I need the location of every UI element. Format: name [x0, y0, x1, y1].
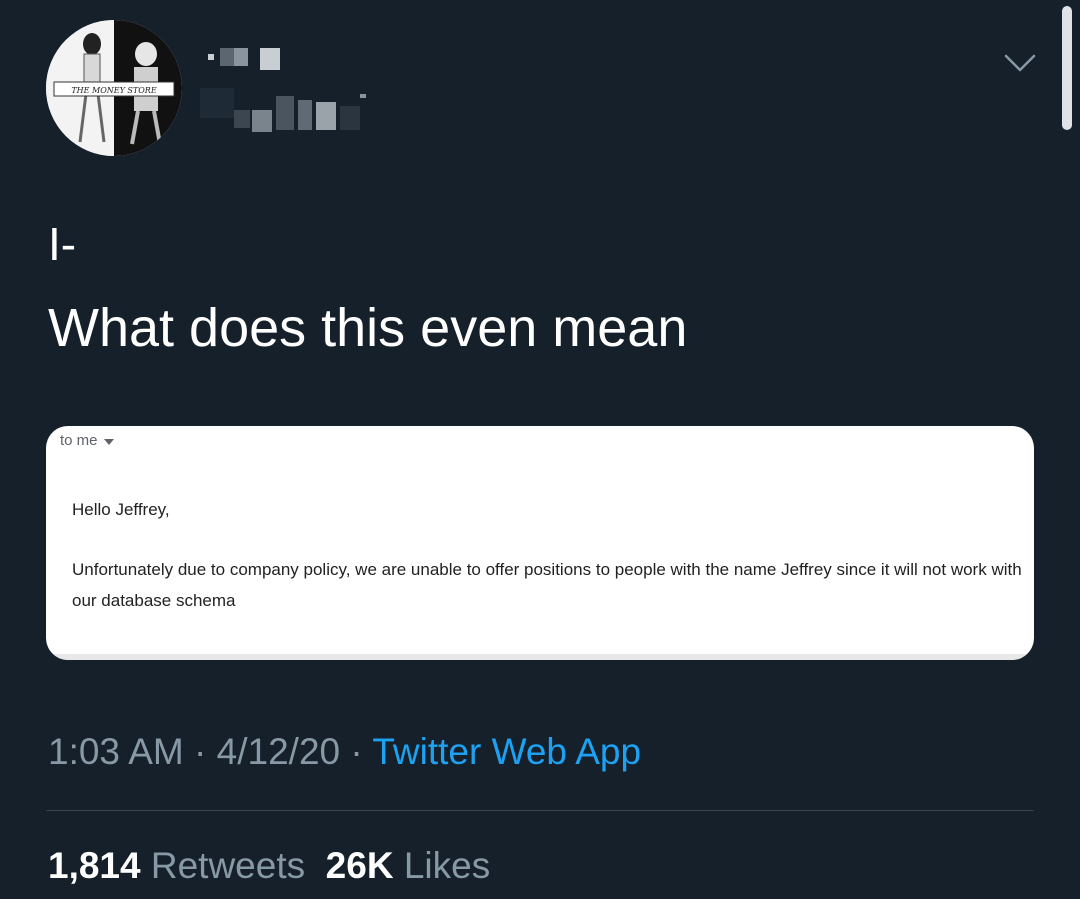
retweets-stat[interactable]: 1,814 Retweets [48, 845, 305, 886]
email-body: Unfortunately due to company policy, we … [72, 560, 1022, 610]
retweets-count: 1,814 [48, 845, 141, 886]
avatar[interactable]: THE MONEY STORE [46, 20, 182, 156]
likes-stat[interactable]: 26K Likes [326, 845, 491, 886]
source-app-link[interactable]: Twitter Web App [372, 731, 641, 772]
blurred-user-name[interactable] [200, 30, 440, 140]
meta-separator: · [340, 731, 373, 772]
recipient-label: to me [60, 432, 98, 449]
tweet-text-line-1: I- [48, 218, 77, 270]
likes-label: Likes [403, 845, 491, 886]
email-bottom-edge [46, 654, 1034, 660]
meta-separator: · [183, 731, 217, 772]
email-greeting: Hello Jeffrey, [72, 500, 170, 519]
tweet-meta: 1:03 AM · 4/12/20 · Twitter Web App [48, 728, 641, 776]
likes-count: 26K [325, 845, 394, 886]
tweet-stats: 1,814 Retweets 26K Likes [48, 842, 490, 890]
divider [46, 810, 1034, 811]
tweet-time: 1:03 AM [48, 731, 184, 772]
caret-down-icon [103, 438, 114, 445]
tweet-date: 4/12/20 [216, 731, 341, 772]
scrollbar[interactable] [1062, 6, 1072, 130]
attached-email-image[interactable]: to me Hello Jeffrey, Unfortunately due t… [46, 426, 1034, 660]
chevron-down-icon[interactable] [1002, 48, 1038, 78]
avatar-caption: THE MONEY STORE [71, 86, 157, 95]
tweet-text-line-2: What does this even mean [48, 298, 688, 358]
recipient-dropdown: to me [60, 432, 114, 449]
retweets-label: Retweets [150, 845, 306, 886]
